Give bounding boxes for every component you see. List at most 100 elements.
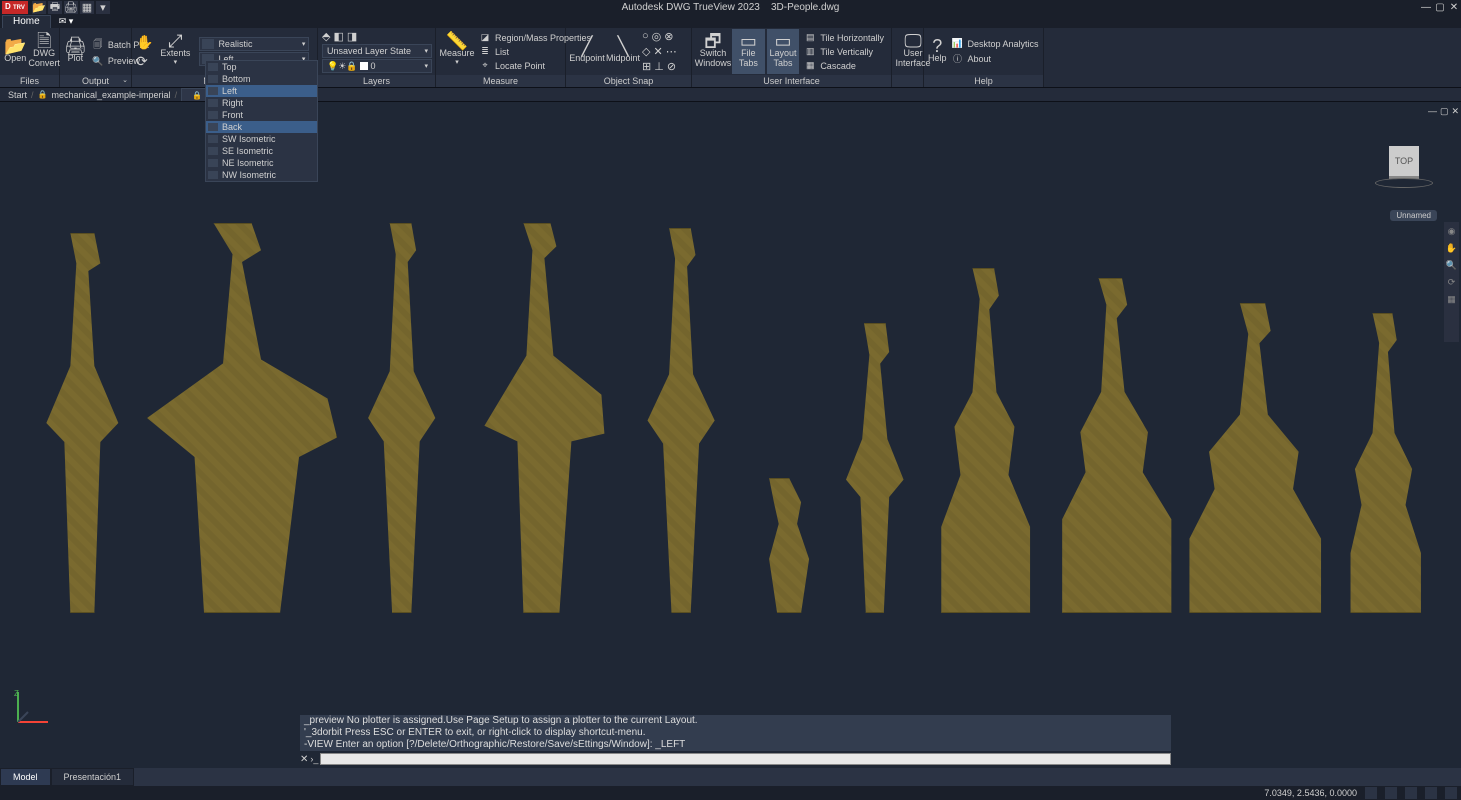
layout-tabs-toggle[interactable]: ▭Layout Tabs: [767, 29, 800, 74]
chevron-down-icon: ▾: [424, 47, 428, 55]
viewcube-ring[interactable]: [1375, 178, 1433, 188]
vp-close-button[interactable]: ✕: [1451, 106, 1459, 117]
model-figure: [621, 228, 741, 613]
customize-icon[interactable]: [1445, 787, 1457, 799]
osnap-center-icon[interactable]: ○: [642, 30, 649, 43]
vp-restore-button[interactable]: ▢: [1440, 106, 1449, 117]
close-button[interactable]: ✕: [1447, 1, 1461, 15]
view-option-sw-isometric[interactable]: SW Isometric: [206, 133, 317, 145]
window-controls: — ▢ ✕: [1419, 1, 1461, 15]
desktop-analytics-button[interactable]: 📊Desktop Analytics: [949, 37, 1042, 50]
tab-home[interactable]: Home: [2, 15, 51, 28]
layer-iso-icon[interactable]: ◧: [333, 30, 343, 43]
grid-toggle-icon[interactable]: [1365, 787, 1377, 799]
chevron-down-icon: ▾: [302, 40, 306, 48]
ribbon-group-help: ?Help 📊Desktop Analytics ⓘAbout Help: [924, 28, 1044, 87]
fullscreen-toggle-icon[interactable]: [1425, 787, 1437, 799]
model-figure: [1184, 303, 1324, 613]
ribbon-group-output: 🖨Plot 🗐Batch Plot 🔍Preview Output⌄: [60, 28, 132, 87]
endpoint-button[interactable]: ╱Endpoint: [570, 29, 604, 74]
qat-open-icon[interactable]: 📂: [32, 1, 46, 14]
layout-tabs-bar: Model Presentación1: [0, 768, 1461, 786]
measure-button[interactable]: 📏Measure▾: [440, 29, 474, 74]
osnap-ins-icon[interactable]: ⊞: [642, 60, 651, 73]
command-chevron-icon[interactable]: ›_: [310, 754, 318, 764]
help-button[interactable]: ?Help: [928, 29, 947, 74]
sun-icon: ☀: [338, 61, 346, 72]
locate-icon: ⌖: [479, 60, 491, 71]
osnap-geo-icon[interactable]: ◎: [652, 30, 662, 43]
snap-toggle-icon[interactable]: [1385, 787, 1397, 799]
osnap-node-icon[interactable]: ⊗: [664, 30, 673, 43]
model-figure: [830, 323, 920, 613]
breadcrumb-file-1[interactable]: mechanical_example-imperial: [52, 90, 171, 100]
extents-button[interactable]: ⤢Extents▾: [155, 29, 195, 74]
osnap-ext-icon[interactable]: ⋯: [666, 45, 677, 58]
midpoint-button[interactable]: ╲Midpoint: [606, 29, 640, 74]
open-button[interactable]: 📂Open: [4, 29, 26, 74]
cascade-button[interactable]: ▦Cascade: [801, 59, 887, 72]
plot-icon: 🖨: [64, 41, 87, 51]
view-option-bottom[interactable]: Bottom: [206, 73, 317, 85]
view-option-right[interactable]: Right: [206, 97, 317, 109]
view-option-nw-isometric[interactable]: NW Isometric: [206, 169, 317, 181]
ribbon-label-layers: Layers: [318, 75, 435, 87]
maximize-button[interactable]: ▢: [1433, 1, 1447, 15]
preview-icon: 🔍: [92, 56, 104, 67]
app-name-label: Autodesk DWG TrueView 2023: [622, 2, 760, 13]
model-tab[interactable]: Model: [0, 768, 51, 786]
plot-button[interactable]: 🖨Plot: [64, 29, 87, 74]
ui-icon: 🖵: [904, 36, 921, 46]
dwg-convert-button[interactable]: 🗎DWG Convert: [28, 29, 60, 74]
qat-caret-icon[interactable]: ▾: [96, 1, 110, 14]
app-badge-icon[interactable]: D TRV: [2, 1, 28, 14]
osnap-tan-icon[interactable]: ⊘: [667, 60, 676, 73]
qat-print-icon[interactable]: 🖶: [48, 1, 62, 14]
email-icon[interactable]: ✉ ▾: [59, 16, 74, 27]
qat-plot-icon[interactable]: 🖨: [64, 1, 78, 14]
start-tab[interactable]: Start: [8, 90, 27, 100]
drawing-viewport[interactable]: — ▢ ✕ TOP Unnamed ◉ ✋ 🔍 ⟳ ▦ Z: [0, 102, 1461, 768]
about-button[interactable]: ⓘAbout: [949, 51, 1042, 66]
command-line-area: _preview No plotter is assigned.Use Page…: [300, 715, 1171, 766]
layer-state-dropdown[interactable]: Unsaved Layer State▾: [322, 44, 432, 58]
osnap-perp-icon[interactable]: ⊥: [654, 60, 664, 73]
help-icon: ?: [932, 41, 942, 51]
tile-vertical-button[interactable]: ▥Tile Vertically: [801, 45, 887, 58]
view-option-top[interactable]: Top: [206, 61, 317, 73]
view-option-se-isometric[interactable]: SE Isometric: [206, 145, 317, 157]
osnap-int-icon[interactable]: ✕: [653, 45, 662, 58]
layer-current-dropdown[interactable]: 💡☀🔒 0▾: [322, 59, 432, 73]
ribbon-label-ui: User Interface: [692, 75, 891, 87]
cascade-icon: ▦: [804, 60, 816, 71]
orbit-icon[interactable]: ⟳: [136, 53, 153, 70]
tile-horizontal-button[interactable]: ▤Tile Horizontally: [801, 31, 887, 44]
vp-minimize-button[interactable]: —: [1428, 106, 1437, 117]
view-preset-menu[interactable]: TopBottomLeftRightFrontBackSW IsometricS…: [205, 60, 318, 182]
view-option-ne-isometric[interactable]: NE Isometric: [206, 157, 317, 169]
pan-icon[interactable]: ✋: [136, 34, 153, 51]
view-option-front[interactable]: Front: [206, 109, 317, 121]
layer-prev-icon[interactable]: ⬘: [322, 30, 330, 43]
ortho-toggle-icon[interactable]: [1405, 787, 1417, 799]
view-option-left[interactable]: Left: [206, 85, 317, 97]
ribbon-label-measure: Measure: [436, 75, 565, 87]
command-close-button[interactable]: ✕: [300, 754, 308, 765]
minimize-button[interactable]: —: [1419, 1, 1433, 15]
convert-icon: 🗎: [37, 36, 51, 46]
visual-style-dropdown[interactable]: Realistic▾: [199, 37, 309, 51]
switch-windows-button[interactable]: 🗗Switch Windows: [696, 29, 730, 74]
view-cube[interactable]: TOP: [1375, 144, 1433, 186]
command-input[interactable]: [320, 753, 1171, 765]
windows-icon: 🗗: [705, 36, 722, 46]
bulb-icon: 💡: [327, 61, 338, 72]
layout-tab-1[interactable]: Presentación1: [51, 768, 135, 786]
file-name-label: 3D-People.dwg: [771, 2, 839, 13]
layer-walk-icon[interactable]: ◨: [347, 30, 357, 43]
view-option-back[interactable]: Back: [206, 121, 317, 133]
expand-icon[interactable]: ⌄: [122, 75, 128, 87]
qat-page-icon[interactable]: ▦: [80, 1, 94, 14]
osnap-quad-icon[interactable]: ◇: [642, 45, 650, 58]
file-tabs-toggle[interactable]: ▭File Tabs: [732, 29, 765, 74]
viewcube-face[interactable]: TOP: [1389, 146, 1419, 176]
